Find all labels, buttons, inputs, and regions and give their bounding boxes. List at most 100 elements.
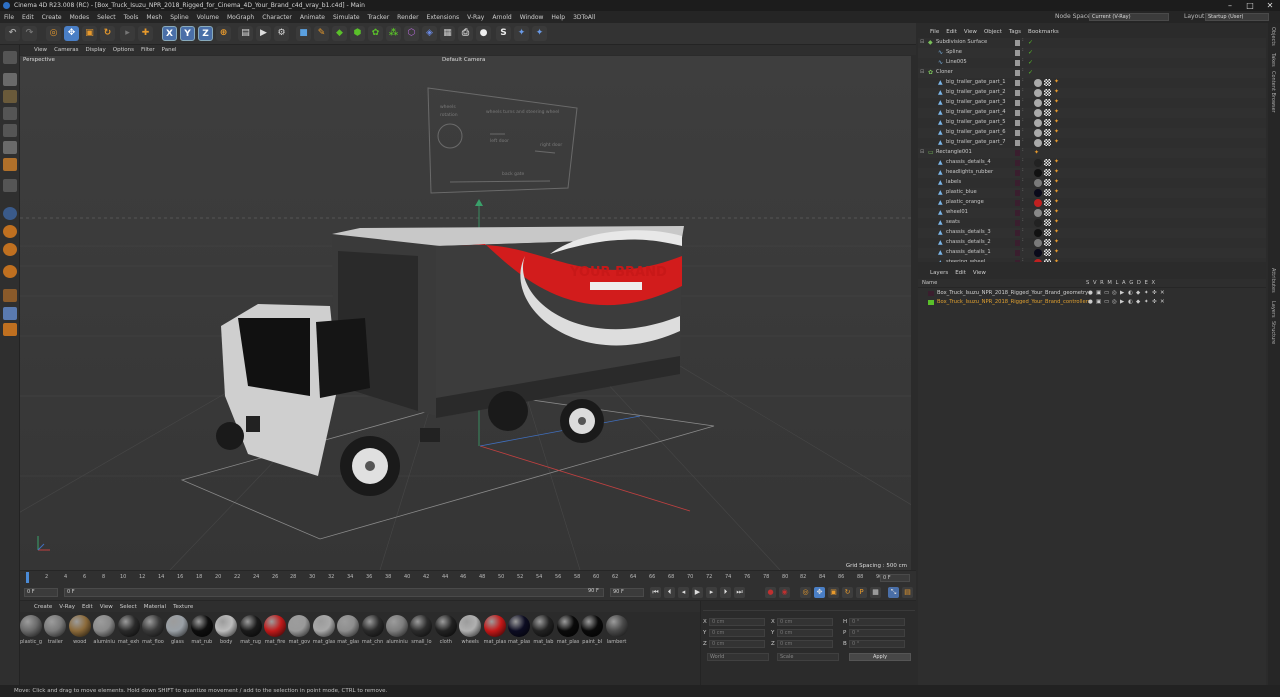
pen-spline-icon[interactable]: ✎ [314, 26, 329, 41]
viewport-menu-options[interactable]: Options [113, 47, 134, 53]
layer-color-swatch[interactable] [928, 291, 934, 296]
visibility-dots-icon[interactable]: : [1022, 198, 1024, 203]
z-axis-lock-button[interactable]: Z [198, 26, 213, 41]
key-scale-icon[interactable]: ▣ [828, 587, 839, 598]
uvw-tag-icon[interactable] [1044, 209, 1051, 216]
visibility-dots-icon[interactable]: : [1022, 238, 1024, 243]
layer-flag-toggle-icon[interactable]: ◐ [1128, 299, 1133, 305]
texture-mode-icon[interactable] [3, 90, 17, 103]
uvw-tag-icon[interactable] [1044, 99, 1051, 106]
material-tag-icon[interactable] [1034, 199, 1042, 207]
phong-tag-icon[interactable]: ✦ [1054, 228, 1059, 235]
scheme-icon[interactable]: ⤡ [888, 587, 899, 598]
timeline-ruler[interactable]: 0246810121416182022242628303234363840424… [20, 570, 916, 584]
material-swatch[interactable]: wheels [459, 615, 482, 645]
coordinate-value-field[interactable]: 0 cm [709, 618, 765, 626]
layer-row[interactable]: Box_Truck_Isuzu_NPR_2018_Rigged_Your_Bra… [918, 298, 1266, 307]
uvw-tag-icon[interactable] [1044, 119, 1051, 126]
extrude-icon[interactable]: ⬢ [350, 26, 365, 41]
dock-tab-objects[interactable]: Objects [1270, 27, 1276, 46]
material-swatch[interactable]: mat_rub [190, 615, 213, 645]
object-row[interactable]: ▲ big_trailer_gate_part_6: ✦ [918, 128, 1266, 138]
material-tag-icon[interactable] [1034, 169, 1042, 177]
coordinate-value-field[interactable]: 0 ° [849, 618, 905, 626]
viewport-menu-filter[interactable]: Filter [141, 47, 155, 53]
phong-tag-icon[interactable]: ✦ [1054, 198, 1059, 205]
snap-icon[interactable] [3, 207, 17, 220]
menu-window[interactable]: Window [520, 14, 544, 21]
material-menu-edit[interactable]: Edit [82, 604, 93, 610]
menu-modes[interactable]: Modes [70, 14, 89, 21]
uvw-tag-icon[interactable] [1044, 129, 1051, 136]
object-row[interactable]: ▲ chassis_details_3: ✦ [918, 228, 1266, 238]
dock-tab-content-browser[interactable]: Content Browser [1270, 71, 1276, 113]
timeline-window-icon[interactable]: ▤ [902, 587, 913, 598]
undo-icon[interactable]: ↶ [5, 26, 20, 41]
material-swatch[interactable]: mat_exh [117, 615, 140, 645]
phong-tag-icon[interactable]: ✦ [1054, 248, 1059, 255]
object-row[interactable]: ▲ labels: ✦ [918, 178, 1266, 188]
object-row[interactable]: ▲ headlights_rubber: ✦ [918, 168, 1266, 178]
layer-color-swatch[interactable] [1015, 160, 1020, 166]
coordinate-icon[interactable]: ✚ [138, 26, 153, 41]
key-parameter-icon[interactable]: P [856, 587, 867, 598]
material-tag-icon[interactable] [1034, 209, 1042, 217]
material-tag-icon[interactable] [1034, 259, 1042, 262]
dock-tab-layers[interactable]: Layers [1270, 301, 1276, 318]
visibility-dots-icon[interactable]: : [1022, 98, 1024, 103]
material-tag-icon[interactable] [1034, 189, 1042, 197]
material-swatch[interactable]: mat_floo [142, 615, 164, 645]
phong-tag-icon[interactable]: ✦ [1054, 98, 1059, 105]
layer-color-swatch[interactable] [1015, 120, 1020, 126]
phong-tag-icon[interactable]: ✦ [1054, 138, 1059, 145]
close-icon[interactable]: ✕ [1260, 0, 1280, 11]
menu-tracker[interactable]: Tracker [368, 14, 390, 21]
phong-tag-icon[interactable]: ✦ [1054, 208, 1059, 215]
make-editable-icon[interactable] [3, 51, 17, 64]
layer-color-swatch[interactable] [1015, 60, 1020, 66]
maximize-icon[interactable]: □ [1240, 0, 1260, 11]
object-row[interactable]: ▲steering_wheel: ✦ [918, 258, 1266, 262]
apply-button[interactable]: Apply [849, 653, 911, 661]
layer-menu-edit[interactable]: Edit [955, 270, 966, 276]
material-swatch[interactable]: wood [68, 615, 91, 645]
goto-start-icon[interactable]: ⏮ [650, 587, 661, 598]
key-position-icon[interactable]: ✥ [814, 587, 825, 598]
coordinate-size-mode-select[interactable]: Scale [777, 653, 839, 661]
phong-tag-icon[interactable]: ✦ [1054, 168, 1059, 175]
prev-frame-icon[interactable]: ◂ [678, 587, 689, 598]
phong-tag-icon[interactable]: ✦ [1054, 218, 1059, 225]
visibility-dots-icon[interactable]: : [1022, 58, 1024, 63]
layer-flag-toggle-icon[interactable]: ✕ [1160, 299, 1165, 305]
coordinate-value-field[interactable]: 0 cm [709, 629, 765, 637]
object-menu-view[interactable]: View [964, 29, 977, 35]
material-tag-icon[interactable] [1034, 119, 1042, 127]
play-icon[interactable]: ▶ [692, 587, 703, 598]
camera-icon[interactable]: ⎙ [458, 26, 473, 41]
visibility-dots-icon[interactable]: : [1022, 78, 1024, 83]
phong-tag-icon[interactable]: ✦ [1054, 118, 1059, 125]
material-tag-icon[interactable] [1034, 89, 1042, 97]
menu-file[interactable]: File [4, 14, 14, 21]
enabled-check-icon[interactable]: ✓ [1028, 49, 1033, 56]
uvw-tag-icon[interactable] [1044, 109, 1051, 116]
coordinate-value-field[interactable]: 0 cm [777, 640, 833, 648]
key-pla-icon[interactable]: ▦ [870, 587, 881, 598]
uvw-tag-icon[interactable] [1044, 79, 1051, 86]
uvw-tag-icon[interactable] [1044, 249, 1051, 256]
polygon-mode-icon[interactable] [3, 141, 17, 154]
layer-flag-toggle-icon[interactable]: ✜ [1152, 290, 1157, 296]
layer-color-swatch[interactable] [1015, 40, 1020, 46]
object-row[interactable]: ▲ chassis_details_1: ✦ [918, 248, 1266, 258]
recent-tools-icon[interactable]: ▸ [120, 26, 135, 41]
viewport-menu-view[interactable]: View [34, 47, 47, 53]
next-frame-icon[interactable]: ▸ [706, 587, 717, 598]
material-swatch[interactable]: mat_glas [337, 615, 360, 645]
mograph-icon[interactable]: ⁂ [386, 26, 401, 41]
material-swatch[interactable]: body [215, 615, 238, 645]
object-row[interactable]: ▲ big_trailer_gate_part_5: ✦ [918, 118, 1266, 128]
autokey-icon[interactable]: ◉ [779, 587, 790, 598]
layer-flag-toggle-icon[interactable]: ▣ [1096, 299, 1101, 305]
menu-volume[interactable]: Volume [197, 14, 219, 21]
solo-icon[interactable] [3, 307, 17, 320]
